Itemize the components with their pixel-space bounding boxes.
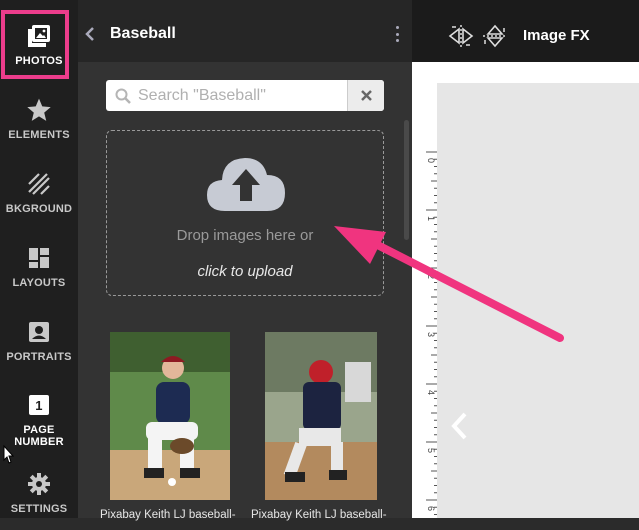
ruler-tick-label: 4	[426, 390, 436, 395]
vertical-ruler: 0 1 2 3 4 5 6	[418, 120, 439, 518]
layouts-icon	[26, 245, 52, 271]
sidebar-item-label: PHOTOS	[15, 55, 63, 67]
ruler-tick-label: 3	[426, 332, 436, 337]
dropzone-text: Drop images here or	[176, 227, 314, 244]
clear-search-button[interactable]	[347, 80, 384, 111]
sidebar-item-page-number[interactable]: 1 PAGE NUMBER	[0, 384, 78, 456]
back-button[interactable]	[82, 24, 98, 44]
search-icon	[115, 88, 131, 104]
left-sidebar: PHOTOS ELEMENTS BKGROUND LAYOUTS PORTRAI…	[0, 0, 78, 518]
sidebar-item-layouts[interactable]: LAYOUTS	[0, 230, 78, 304]
ruler-tick-label: 0	[426, 158, 436, 163]
editor-toolbar: Image FX	[412, 0, 639, 62]
click-to-upload-link[interactable]: click to upload	[107, 263, 383, 280]
page-canvas[interactable]	[437, 83, 639, 518]
close-icon	[360, 90, 372, 101]
ruler-tick-label: 2	[426, 274, 436, 279]
sidebar-item-photos[interactable]: PHOTOS	[0, 8, 78, 82]
photos-panel: Baseball Drop images here or click to up…	[78, 0, 412, 521]
svg-text:1: 1	[35, 398, 42, 413]
panel-title: Baseball	[110, 25, 176, 42]
panel-scrollbar[interactable]	[404, 120, 409, 240]
star-icon	[26, 97, 52, 123]
photo-caption: Pixabay Keith LJ baseball-	[100, 509, 236, 521]
sidebar-item-label: SETTINGS	[10, 503, 68, 515]
photo-thumbnail[interactable]	[110, 332, 230, 500]
gear-icon	[26, 471, 52, 497]
background-icon	[26, 171, 52, 197]
sidebar-item-label: PAGE NUMBER	[14, 424, 64, 448]
upload-dropzone[interactable]: Drop images here or click to upload	[106, 130, 384, 296]
flip-horizontal-icon[interactable]	[448, 24, 474, 48]
cloud-upload-icon	[207, 158, 285, 211]
sidebar-item-label: LAYOUTS	[12, 277, 66, 289]
image-fx-title[interactable]: Image FX	[523, 27, 590, 44]
baseball-photo-1	[110, 332, 230, 500]
sidebar-item-bkground[interactable]: BKGROUND	[0, 156, 78, 230]
sidebar-item-portraits[interactable]: PORTRAITS	[0, 304, 78, 378]
flip-vertical-icon[interactable]	[482, 24, 508, 48]
sidebar-item-elements[interactable]: ELEMENTS	[0, 82, 78, 156]
ruler-ticks: 0 1 2 3 4 5 6	[426, 151, 438, 515]
ruler-tick-label: 1	[426, 216, 436, 221]
baseball-photo-2	[265, 332, 377, 500]
panel-header: Baseball	[78, 0, 412, 62]
sidebar-item-settings[interactable]: SETTINGS	[0, 456, 78, 530]
previous-page-icon[interactable]	[448, 410, 472, 442]
search-input[interactable]	[138, 80, 348, 111]
photo-thumbnail[interactable]	[265, 332, 377, 500]
chevron-left-icon	[85, 27, 94, 41]
sidebar-item-label: PORTRAITS	[6, 351, 72, 363]
ruler-tick-label: 6	[426, 506, 436, 511]
sidebar-item-label: ELEMENTS	[8, 129, 70, 141]
sidebar-item-label: BKGROUND	[5, 203, 73, 215]
ruler-tick-label: 5	[426, 448, 436, 453]
photo-caption: Pixabay Keith LJ baseball-	[251, 509, 387, 521]
page-number-icon: 1	[26, 392, 52, 418]
photos-icon	[26, 23, 52, 49]
more-options-icon[interactable]	[393, 26, 401, 42]
portrait-icon	[26, 319, 52, 345]
search-box	[106, 80, 384, 111]
